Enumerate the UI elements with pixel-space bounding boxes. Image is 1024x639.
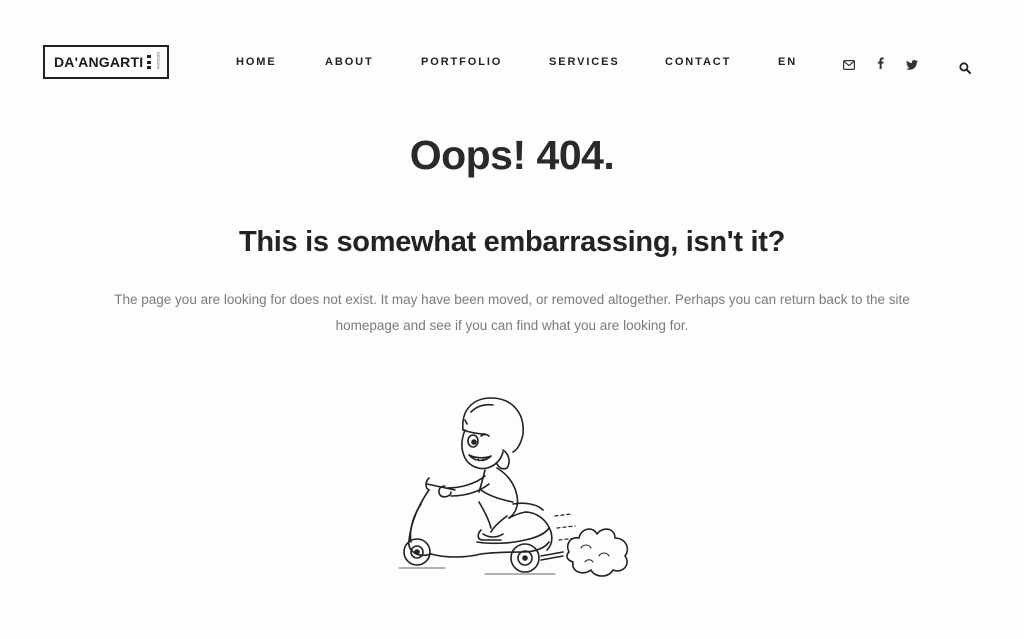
facebook-icon[interactable] — [877, 56, 884, 74]
envelope-icon[interactable] — [843, 57, 856, 75]
page: DA'ANGARTI DESIGN HOME ABOUT PORTFOLIO S… — [0, 0, 1024, 639]
nav-language[interactable]: EN — [778, 56, 797, 68]
nav-portfolio[interactable]: PORTFOLIO — [421, 56, 502, 68]
nav-home[interactable]: HOME — [236, 56, 277, 68]
logo-text: DA'ANGARTI — [54, 54, 144, 70]
error-description-line-2: homepage and see if you can find what yo… — [335, 318, 689, 333]
twitter-icon[interactable] — [906, 57, 918, 75]
search-icon[interactable] — [959, 61, 971, 79]
site-logo[interactable]: DA'ANGARTI DESIGN — [43, 45, 169, 79]
error-description: The page you are looking for does not ex… — [40, 287, 984, 339]
error-description-line-1: The page you are looking for does not ex… — [114, 292, 910, 307]
scooter-rider-illustration — [385, 392, 640, 587]
logo-mark — [147, 55, 151, 69]
error-title: Oops! 404. — [409, 132, 615, 178]
nav-contact[interactable]: CONTACT — [665, 56, 731, 68]
error-subtitle: This is somewhat embarrassing, isn't it? — [238, 226, 786, 258]
nav-services[interactable]: SERVICES — [549, 56, 620, 68]
nav-about[interactable]: ABOUT — [325, 56, 374, 68]
logo-subtext: DESIGN — [156, 52, 161, 70]
